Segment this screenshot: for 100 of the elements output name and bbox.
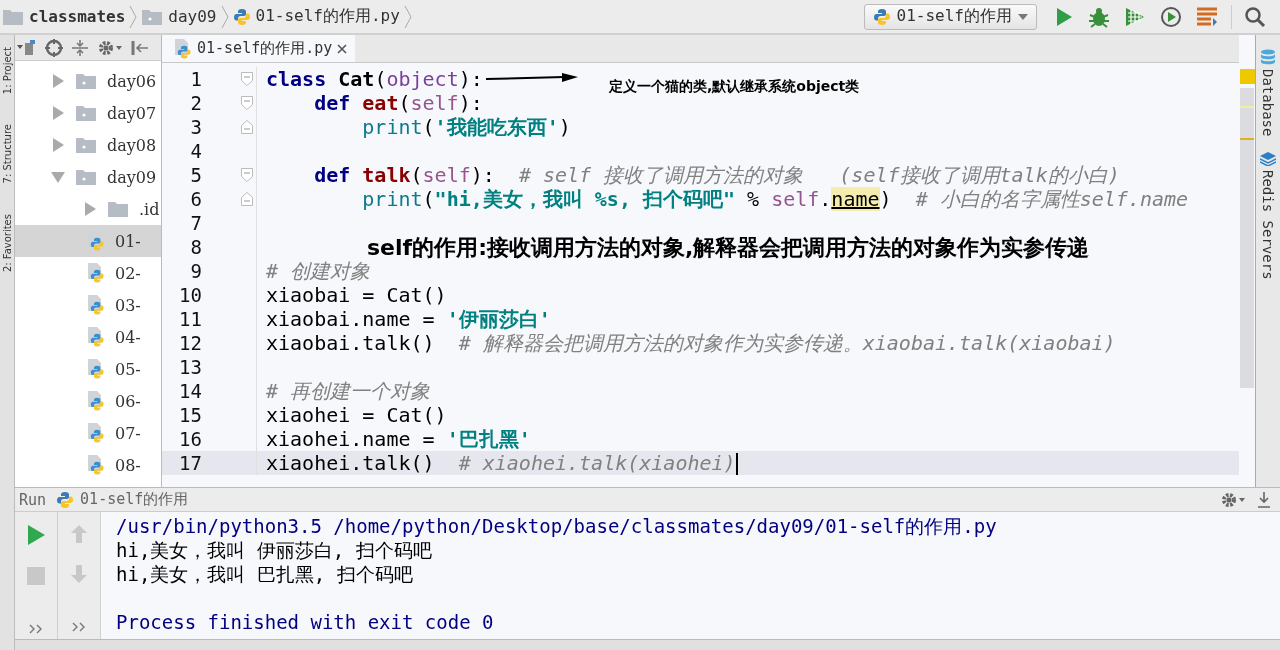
inspection-status-icon[interactable]: [1239, 69, 1255, 84]
folder-icon: [75, 104, 97, 122]
code-line: print("hi,美女，我叫 %s, 扫个码吧" % self.name) # 小白的名字属性self.name: [361, 185, 1189, 213]
collapsed-arrow-icon[interactable]: [51, 106, 65, 120]
code-line: class Cat(object):: [265, 67, 483, 91]
tree-item[interactable]: 04-: [15, 321, 161, 353]
code-line: xiaohei.talk() # xiaohei.talk(xiaohei): [265, 450, 738, 476]
tree-item[interactable]: 07-: [15, 417, 161, 449]
fold-end-icon[interactable]: [241, 192, 253, 206]
collapsed-arrow-icon[interactable]: [83, 202, 97, 216]
console-line: hi,美女，我叫 巴扎黑, 扫个码吧: [116, 562, 414, 586]
run-icon[interactable]: [26, 524, 46, 546]
line-number: 12: [178, 332, 202, 354]
breadcrumb[interactable]: 01-self的作用.py: [232, 6, 400, 27]
line-number: 14: [178, 380, 202, 402]
python-icon: [872, 7, 891, 26]
folder-icon: [75, 168, 97, 186]
python-file-icon: [232, 7, 251, 26]
code-line: xiaobai = Cat(): [265, 283, 447, 307]
expanded-arrow-icon[interactable]: [51, 170, 65, 184]
tool-window-tab[interactable]: Redis Servers: [1260, 152, 1276, 280]
line-number: 6: [189, 188, 202, 210]
tool-window-tab[interactable]: 7: Structure: [1, 124, 13, 184]
profiler-icon[interactable]: [1159, 4, 1183, 29]
line-number: 9: [189, 260, 202, 282]
line-number: 16: [178, 428, 202, 450]
breadcrumb[interactable]: day09: [141, 7, 217, 26]
hide-panel-icon[interactable]: [131, 38, 149, 57]
code-line: xiaobai.talk() # 解释器会把调用方法的对象作为实参传递。xiaobai.talk(xiaobai): [265, 330, 1116, 357]
line-number: 5: [189, 164, 202, 186]
collapse-all-icon[interactable]: [71, 38, 89, 57]
run-configuration-dropdown[interactable]: 01-self的作用: [863, 3, 1037, 30]
task-list-icon[interactable]: [1195, 5, 1219, 28]
collapsed-arrow-icon[interactable]: [51, 138, 65, 152]
breadcrumb[interactable]: classmates: [2, 7, 126, 26]
line-number: 8: [189, 236, 202, 258]
folder-icon: [2, 7, 24, 26]
settings-icon[interactable]: [1220, 490, 1246, 509]
line-number: 4: [189, 140, 202, 162]
tree-item[interactable]: day08: [15, 129, 161, 161]
dropdown-list-icon[interactable]: [17, 39, 37, 56]
fold-end-icon[interactable]: [241, 120, 253, 134]
python-icon: [56, 490, 75, 509]
layers-icon: [1260, 152, 1276, 167]
code-line: xiaohei = Cat(): [265, 403, 447, 427]
editor-tab[interactable]: 01-self的作用.py: [162, 35, 356, 62]
tree-item[interactable]: day09: [15, 161, 161, 193]
tree-item[interactable]: 02-: [15, 257, 161, 289]
tree-item[interactable]: 03-: [15, 289, 161, 321]
annotation-text: 定义一个猫的类,默认继承系统object类: [609, 78, 860, 96]
fold-marker-icon[interactable]: [241, 96, 253, 110]
tool-window-tab[interactable]: Database: [1260, 49, 1276, 137]
chevron-icon: [403, 3, 412, 30]
settings-icon[interactable]: [97, 38, 123, 57]
line-number: 1: [189, 68, 202, 90]
panel-title: Run: [19, 490, 47, 509]
line-number: 3: [189, 116, 202, 138]
line-number: 2: [189, 92, 202, 114]
target-icon[interactable]: [45, 38, 63, 57]
line-number: 13: [178, 356, 202, 378]
code-line: def talk(self): # self 接收了调用方法的对象 (self接收了调用talk的小白): [313, 161, 1120, 188]
folder-icon: [75, 72, 97, 90]
close-icon[interactable]: [337, 43, 348, 54]
chevron-icon: [220, 3, 229, 30]
tree-item[interactable]: day07: [15, 97, 161, 129]
folder-icon: [75, 136, 97, 154]
chevron-icon: [129, 3, 138, 30]
code-line: xiaohei.name = '巴扎黑': [265, 425, 531, 453]
collapsed-arrow-icon[interactable]: [51, 74, 65, 88]
more-icon[interactable]: [72, 622, 86, 632]
line-number: 10: [178, 284, 202, 306]
tree-item[interactable]: 05-: [15, 353, 161, 385]
line-number: 15: [178, 404, 202, 426]
folder-icon: [141, 7, 164, 26]
line-number: 17: [178, 452, 202, 474]
run-tab[interactable]: 01-self的作用: [56, 490, 189, 509]
hide-panel-icon[interactable]: [1256, 490, 1272, 509]
code-line: def eat(self):: [313, 91, 483, 115]
tree-item[interactable]: day06: [15, 65, 161, 97]
more-icon[interactable]: [29, 624, 43, 634]
fold-marker-icon[interactable]: [241, 168, 253, 182]
tool-window-tab[interactable]: 1: Project: [1, 47, 13, 95]
code-line: xiaobai.name = '伊丽莎白': [265, 305, 551, 333]
database-icon: [1260, 49, 1276, 65]
search-icon[interactable]: [1244, 5, 1266, 28]
folder-icon: [107, 200, 129, 218]
tree-item[interactable]: 08-: [15, 449, 161, 481]
console-line: hi,美女，我叫 伊丽莎白, 扫个码吧: [116, 538, 433, 562]
caret-icon: [1018, 13, 1028, 20]
tree-item[interactable]: 06-: [15, 385, 161, 417]
line-number: 11: [178, 308, 202, 330]
code-line: # 再创建一个对象: [265, 377, 431, 405]
tree-item[interactable]: .id: [15, 193, 161, 225]
scrollbar[interactable]: [1240, 88, 1254, 388]
line-number: 7: [189, 212, 202, 234]
tool-window-tab[interactable]: 2: Favorites: [1, 213, 13, 272]
fold-marker-icon[interactable]: [241, 72, 253, 86]
console-line: Process finished with exit code 0: [116, 610, 495, 634]
console-line: /usr/bin/python3.5 /home/python/Desktop/base/classmates/day09/01-self的作用.py: [116, 514, 998, 538]
tree-item[interactable]: 01-: [15, 225, 161, 257]
